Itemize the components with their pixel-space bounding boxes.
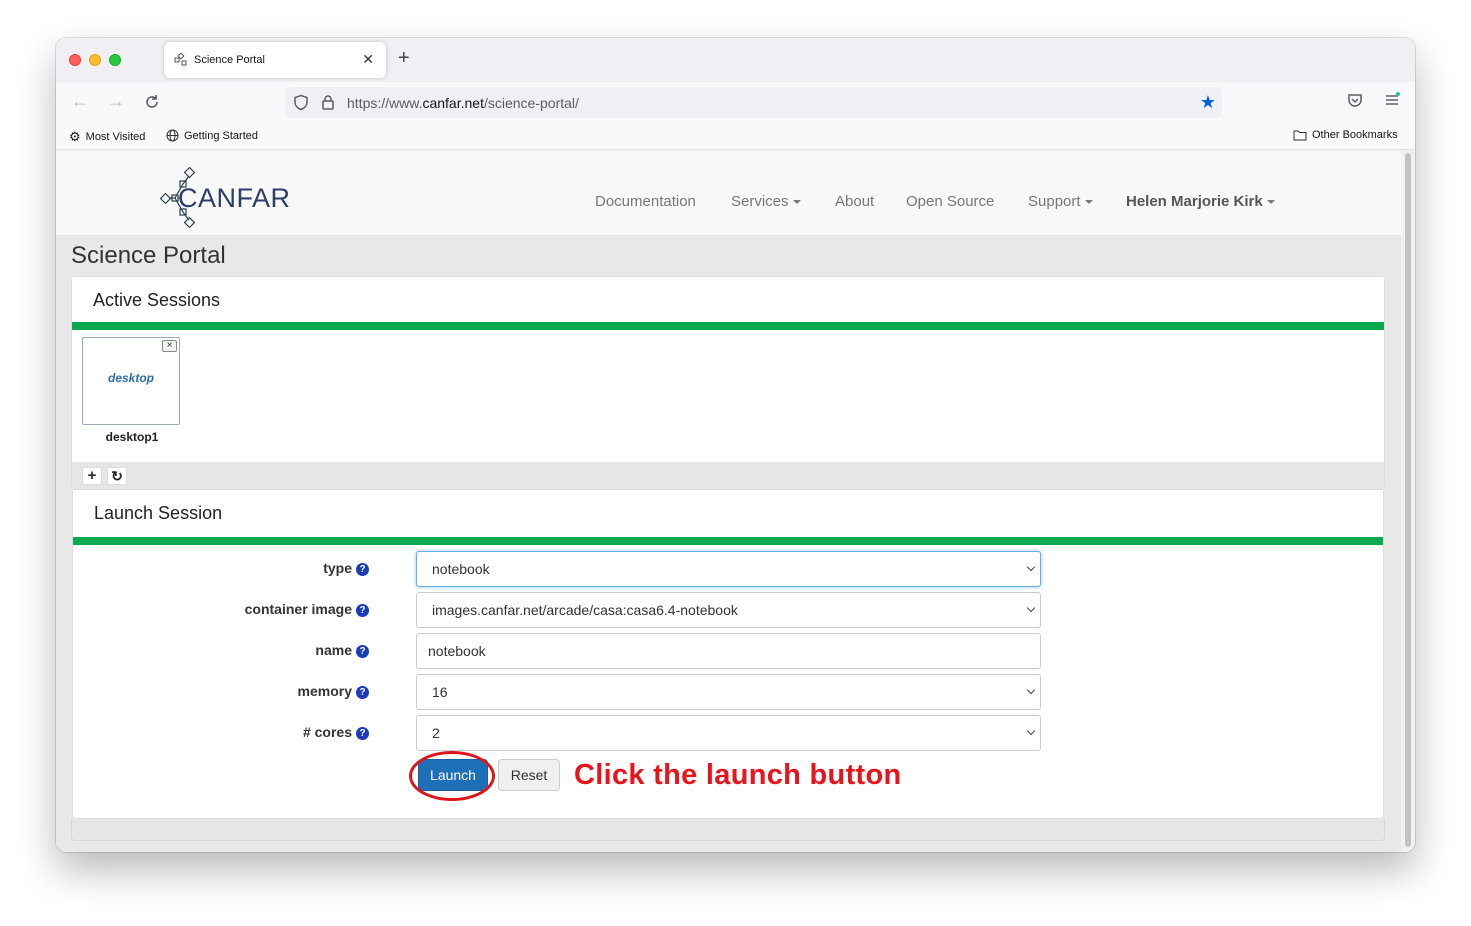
tab-close-icon[interactable]: ✕ [362, 51, 374, 68]
chevron-down-icon [1026, 562, 1036, 572]
canfar-logo[interactable]: CANFAR [159, 166, 291, 229]
browser-window: Science Portal ✕ + ← → https://www.canfa… [56, 38, 1415, 852]
page-title: Science Portal [71, 242, 226, 269]
new-tab-icon[interactable]: + [398, 48, 410, 68]
pocket-icon[interactable] [1347, 92, 1363, 108]
tab-strip: Science Portal ✕ + [56, 38, 1415, 82]
url-bar[interactable]: https://www.canfar.net/science-portal/ ★ [285, 87, 1222, 118]
name-row: name? notebook [73, 633, 1383, 669]
caret-down-icon [1266, 200, 1275, 205]
globe-icon [166, 129, 179, 142]
page-content: CANFAR Documentation Services About Open… [56, 151, 1401, 852]
launch-session-header: Launch Session [73, 490, 1383, 545]
help-icon[interactable]: ? [356, 563, 369, 576]
lock-icon[interactable] [321, 94, 335, 111]
nav-user-menu[interactable]: Helen Marjorie Kirk [1126, 193, 1275, 210]
folder-icon [1293, 130, 1307, 141]
site-navbar: CANFAR Documentation Services About Open… [56, 151, 1401, 236]
reset-button[interactable]: Reset [498, 759, 560, 791]
bookmark-getting-started[interactable]: Getting Started [166, 129, 258, 142]
nav-services[interactable]: Services [731, 193, 801, 210]
caret-down-icon [1084, 200, 1093, 205]
chevron-down-icon [1026, 603, 1036, 613]
chevron-down-icon [1026, 726, 1036, 736]
reload-icon[interactable] [144, 94, 160, 110]
minimize-window-button[interactable] [89, 54, 101, 66]
caret-down-icon [792, 200, 801, 205]
chevron-down-icon [1026, 685, 1036, 695]
nav-about[interactable]: About [835, 193, 874, 210]
tab-title: Science Portal [194, 54, 265, 66]
bookmark-star-icon[interactable]: ★ [1200, 92, 1216, 113]
browser-toolbar: ← → https://www.canfar.net/science-porta… [56, 82, 1415, 122]
shield-icon[interactable] [293, 94, 309, 111]
session-card[interactable]: × desktop [82, 337, 180, 425]
memory-select[interactable]: 16 [416, 674, 1041, 710]
refresh-sessions-icon[interactable]: ↻ [107, 467, 127, 485]
active-sessions-title: Active Sessions [93, 290, 221, 310]
memory-label: memory? [298, 683, 369, 699]
help-icon[interactable]: ? [356, 645, 369, 658]
canfar-favicon-icon [174, 53, 187, 66]
tab-science-portal[interactable]: Science Portal ✕ [164, 42, 386, 78]
page-scrollbar[interactable] [1401, 151, 1415, 852]
session-type-label: desktop [107, 371, 154, 385]
annotation-circle [409, 751, 495, 801]
bookmark-other-bookmarks[interactable]: Other Bookmarks [1293, 129, 1398, 141]
launch-session-panel: Launch Session type? notebook container … [72, 489, 1384, 819]
panel-footer [71, 819, 1385, 841]
container-image-select[interactable]: images.canfar.net/arcade/casa:casa6.4-no… [416, 592, 1041, 628]
close-session-icon[interactable]: × [162, 340, 177, 352]
menu-icon[interactable] [1384, 92, 1400, 108]
type-select[interactable]: notebook [416, 551, 1041, 587]
bookmarks-bar: ⚙ Most Visited Getting Started Other Boo… [56, 122, 1415, 150]
container-image-row: container image? images.canfar.net/arcad… [73, 592, 1383, 628]
back-arrow-icon[interactable]: ← [71, 90, 89, 112]
session-name: desktop1 [105, 430, 159, 444]
type-row: type? notebook [73, 551, 1383, 587]
launch-session-title: Launch Session [94, 503, 223, 523]
scrollbar-thumb[interactable] [1405, 153, 1411, 847]
cores-label: # cores? [303, 724, 369, 740]
name-label: name? [315, 642, 369, 658]
cores-select[interactable]: 2 [416, 715, 1041, 751]
close-window-button[interactable] [69, 54, 81, 66]
help-icon[interactable]: ? [356, 604, 369, 617]
type-label: type? [323, 560, 369, 576]
memory-row: memory? 16 [73, 674, 1383, 710]
active-sessions-header: Active Sessions [72, 277, 1384, 330]
nav-support[interactable]: Support [1028, 193, 1093, 210]
active-sessions-panel: Active Sessions × desktop desktop1 + ↻ [71, 276, 1385, 490]
help-icon[interactable]: ? [356, 727, 369, 740]
nav-open-source[interactable]: Open Source [906, 193, 994, 210]
url-text[interactable]: https://www.canfar.net/science-portal/ [347, 95, 579, 111]
add-session-icon[interactable]: + [82, 467, 102, 485]
cores-row: # cores? 2 [73, 715, 1383, 751]
logo-text: CANFAR [178, 183, 291, 213]
gear-icon: ⚙ [69, 129, 81, 144]
help-icon[interactable]: ? [356, 686, 369, 699]
zoom-window-button[interactable] [109, 54, 121, 66]
name-input[interactable]: notebook [416, 633, 1041, 669]
bookmark-most-visited[interactable]: ⚙ Most Visited [69, 129, 145, 145]
container-image-label: container image? [245, 601, 369, 617]
forward-arrow-icon[interactable]: → [107, 90, 125, 112]
nav-documentation[interactable]: Documentation [595, 193, 696, 210]
session-toolbar: + ↻ [72, 462, 1384, 490]
annotation-text: Click the launch button [574, 759, 902, 791]
